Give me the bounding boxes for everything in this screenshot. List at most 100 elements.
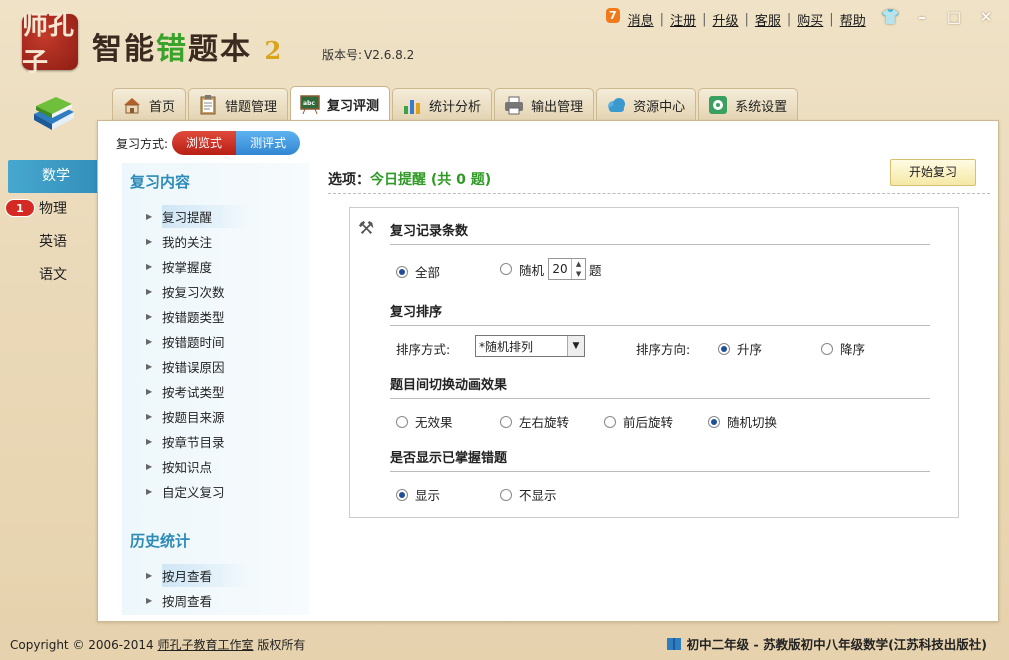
nav-item-label: 按知识点 [162,460,213,475]
skin-icon[interactable]: 👕 [881,8,900,26]
stepper-down-icon[interactable]: ▼ [572,269,585,279]
books-icon [34,97,74,130]
current-textbook[interactable]: 初中二年级 - 苏教版初中八年级数学(江苏科技出版社) [666,634,987,653]
rights-text: 版权所有 [257,638,306,652]
count-random-radio[interactable]: 随机 20 ▲ ▼ 题 [500,258,602,280]
current-textbook-label: 初中二年级 - 苏教版初中八年级数学(江苏科技出版社) [686,637,987,652]
tab-statistics[interactable]: 统计分析 [392,88,493,121]
nav-item-label: 复习提醒 [162,205,253,228]
review-mode-row: 复习方式: 浏览式 测评式 [116,131,301,155]
tab-label: 系统设置 [735,99,788,115]
nav-item-by-mastery[interactable]: ▶ 按掌握度 [122,254,309,279]
nav-item-by-question-source[interactable]: ▶ 按题目来源 [122,404,309,429]
subject-chinese[interactable]: 语文 [8,259,108,292]
radio-selected-icon [708,415,720,428]
history-stats-list: ▶ 按月查看 ▶ 按周查看 [122,563,309,613]
radio-selected-icon [396,265,408,278]
subject-label: 物理 [39,201,67,217]
tab-resource-center[interactable]: 资源中心 [596,88,697,121]
count-all-radio[interactable]: 全部 [396,262,440,281]
nav-item-label: 我的关注 [162,235,213,250]
main-panel: 复习方式: 浏览式 测评式 复习内容 ▶ 复习提醒 ▶ 我的关注 ▶ 按掌握度 ▶ 按复… [97,120,999,622]
radio-label: 升序 [737,342,763,357]
sort-title: 复习排序 [390,301,930,326]
nav-item-by-month[interactable]: ▶ 按月查看 [122,563,309,588]
nav-item-my-focus[interactable]: ▶ 我的关注 [122,229,309,254]
review-content-heading: 复习内容 [130,173,191,191]
anim-left-right-radio[interactable]: 左右旋转 [500,412,569,431]
app-title-part1: 智能 [92,32,156,67]
caret-right-icon: ▶ [146,571,153,580]
purchase-link[interactable]: 购买 [791,10,829,29]
nav-item-label: 按月查看 [162,564,253,587]
clipboard-icon [200,95,216,115]
caret-right-icon: ▶ [146,312,153,321]
messages-link[interactable]: 消息 [622,10,660,29]
random-count-stepper[interactable]: 20 ▲ ▼ [548,258,587,280]
nav-item-by-review-count[interactable]: ▶ 按复习次数 [122,279,309,304]
tab-label: 复习评测 [327,98,380,114]
nav-item-by-week[interactable]: ▶ 按周查看 [122,588,309,613]
nav-item-by-knowledge-point[interactable]: ▶ 按知识点 [122,454,309,479]
nav-item-label: 按错题类型 [162,310,225,325]
test-mode-button[interactable]: 测评式 [236,131,301,155]
anim-front-back-radio[interactable]: 前后旋转 [604,412,673,431]
caret-right-icon: ▶ [146,462,153,471]
chevron-down-icon[interactable]: ▼ [567,336,584,356]
anim-none-radio[interactable]: 无效果 [396,412,453,431]
subject-english[interactable]: 英语 [8,226,108,259]
caret-right-icon: ▶ [146,212,153,221]
nav-item-label: 按题目来源 [162,410,225,425]
browse-mode-button[interactable]: 浏览式 [172,131,237,155]
nav-item-by-exam-type[interactable]: ▶ 按考试类型 [122,379,309,404]
radio-icon [500,263,512,275]
help-link[interactable]: 帮助 [834,10,872,29]
minimize-icon[interactable]: – [913,8,931,26]
app-title-part2: 错 [156,32,188,67]
review-settings-box: ⚒ 复习记录条数 全部 随机 20 ▲ ▼ 题 复习排序 排序方式: *随机排列 … [349,207,959,518]
sort-desc-radio[interactable]: 降序 [821,339,865,358]
tab-review-assessment[interactable]: abc 复习评测 [290,86,391,121]
radio-label: 无效果 [415,415,453,430]
hide-radio[interactable]: 不显示 [500,485,557,504]
sort-method-select[interactable]: *随机排列 ▼ [475,335,585,357]
nav-item-by-error-reason[interactable]: ▶ 按错误原因 [122,354,309,379]
tools-icon: ⚒ [358,218,375,239]
close-icon[interactable]: ✕ [977,8,995,26]
caret-right-icon: ▶ [146,487,153,496]
tab-error-management[interactable]: 错题管理 [188,88,289,121]
register-link[interactable]: 注册 [664,10,702,29]
radio-icon [396,415,408,428]
tab-home[interactable]: 首页 [112,88,187,121]
random-count-value[interactable]: 20 [549,259,571,279]
maximize-icon[interactable]: □ [945,8,963,26]
support-link[interactable]: 客服 [749,10,787,29]
nav-item-custom-review[interactable]: ▶ 自定义复习 [122,479,309,504]
stepper-up-icon[interactable]: ▲ [572,259,585,269]
show-radio[interactable]: 显示 [396,485,440,504]
upgrade-link[interactable]: 升级 [706,10,744,29]
nav-item-by-error-time[interactable]: ▶ 按错题时间 [122,329,309,354]
studio-link[interactable]: 师孔子教育工作室 [158,638,254,652]
nav-item-label: 按掌握度 [162,260,213,275]
chalkboard-icon: abc [300,95,320,115]
start-review-button[interactable]: 开始复习 [890,159,976,186]
anim-random-radio[interactable]: 随机切换 [708,412,777,431]
sort-asc-radio[interactable]: 升序 [718,339,762,358]
tab-system-settings[interactable]: 系统设置 [698,88,799,121]
subject-physics[interactable]: 1 物理 [5,193,108,226]
version-number: V2.6.8.2 [364,48,415,62]
caret-right-icon: ▶ [146,437,153,446]
nav-item-by-chapter[interactable]: ▶ 按章节目录 [122,429,309,454]
cloud-icon [608,98,626,112]
tab-output[interactable]: 输出管理 [494,88,595,121]
nav-item-review-reminder[interactable]: ▶ 复习提醒 [122,204,309,229]
printer-icon [505,96,524,115]
divider [328,193,990,194]
nav-item-label: 按周查看 [162,594,213,609]
window-controls: 👕 – □ ✕ [881,8,995,26]
radio-label: 随机 [519,262,545,278]
radio-label: 前后旋转 [623,415,674,430]
nav-item-by-error-type[interactable]: ▶ 按错题类型 [122,304,309,329]
show-mastered-title: 是否显示已掌握错题 [390,447,930,472]
